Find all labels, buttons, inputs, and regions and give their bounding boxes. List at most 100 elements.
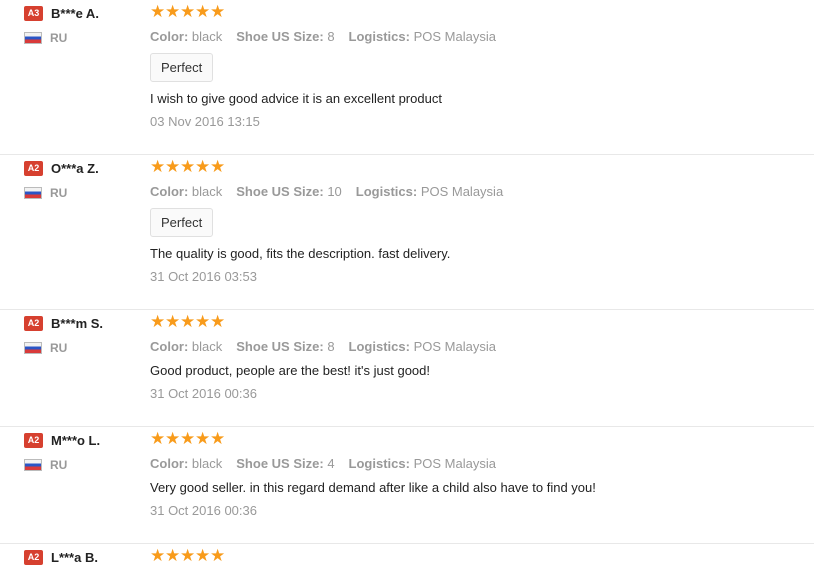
russia-flag-icon	[24, 187, 42, 199]
reviewer-country: RU	[50, 186, 68, 200]
review-text: Very good seller. in this regard demand …	[150, 480, 596, 495]
size-label: Shoe US Size:	[236, 184, 324, 199]
star-icon: ★	[195, 2, 211, 22]
review-content: ★ ★ ★ ★ ★ Color: black Shoe US Size: 4 Logisti…	[150, 431, 804, 519]
logistics-label: Logistics:	[348, 339, 410, 354]
reviewer-country: RU	[50, 458, 68, 472]
review-date: 31 Oct 2016 03:53	[150, 269, 257, 284]
logistics-value: POS Malaysia	[413, 456, 496, 471]
review-text: The quality is good, fits the descriptio…	[150, 246, 451, 261]
reviewer-name: O***a Z.	[51, 160, 99, 176]
reviewer-info: A2 M***o L. RU	[24, 432, 144, 472]
rating-stars: ★ ★ ★ ★ ★	[150, 548, 804, 565]
star-icon: ★	[150, 546, 166, 566]
reviewer-name: M***o L.	[51, 432, 101, 448]
review-tag: Perfect	[150, 208, 214, 237]
star-icon: ★	[165, 429, 181, 449]
star-icon: ★	[210, 312, 226, 332]
review-date: 31 Oct 2016 00:36	[150, 386, 257, 401]
star-icon: ★	[210, 429, 226, 449]
review-content: ★ ★ ★ ★ ★ Color: black Shoe US Size: 10 Logist…	[150, 159, 804, 284]
review-list: A3 B***e A. RU ★ ★ ★ ★ ★ Color: black Shoe US…	[0, 0, 814, 584]
buyer-level-badge: A2	[24, 432, 43, 448]
reviewer-info: A3 B***e A. RU	[24, 5, 144, 45]
russia-flag-icon	[24, 342, 42, 354]
star-icon: ★	[210, 157, 226, 177]
logistics-label: Logistics:	[348, 29, 410, 44]
order-attributes: Color: black Shoe US Size: 8 Logistics: PO…	[150, 339, 804, 354]
star-icon: ★	[195, 546, 211, 566]
reviewer-name: L***a B.	[51, 549, 98, 565]
star-icon: ★	[165, 546, 181, 566]
rating-stars: ★ ★ ★ ★ ★	[150, 431, 804, 448]
buyer-level-badge: A3	[24, 5, 43, 21]
color-label: Color:	[150, 456, 189, 471]
star-icon: ★	[180, 546, 196, 566]
star-icon: ★	[150, 2, 166, 22]
star-icon: ★	[195, 429, 211, 449]
star-icon: ★	[165, 312, 181, 332]
russia-flag-icon	[24, 32, 42, 44]
star-icon: ★	[180, 429, 196, 449]
size-value: 4	[327, 456, 335, 471]
logistics-label: Logistics:	[348, 456, 410, 471]
star-icon: ★	[150, 157, 166, 177]
review-item: A3 B***e A. RU ★ ★ ★ ★ ★ Color: black Shoe US…	[0, 0, 814, 155]
review-item: A2 M***o L. RU ★ ★ ★ ★ ★ Color: black Shoe US…	[0, 427, 814, 544]
reviewer-info: A2 L***a B.	[24, 549, 144, 565]
star-icon: ★	[210, 546, 226, 566]
size-label: Shoe US Size:	[236, 456, 324, 471]
order-attributes: Color: black Shoe US Size: 4 Logistics: PO…	[150, 456, 804, 471]
color-value: black	[191, 339, 223, 354]
order-attributes: Color: black Shoe US Size: 8 Logistics: PO…	[150, 29, 804, 44]
review-text: I wish to give good advice it is an exce…	[150, 91, 442, 106]
color-value: black	[191, 184, 223, 199]
color-label: Color:	[150, 184, 189, 199]
review-item: A2 L***a B. ★ ★ ★ ★ ★	[0, 544, 814, 584]
star-icon: ★	[180, 157, 196, 177]
star-icon: ★	[150, 312, 166, 332]
color-value: black	[191, 29, 223, 44]
star-icon: ★	[150, 429, 166, 449]
logistics-value: POS Malaysia	[420, 184, 504, 199]
color-label: Color:	[150, 29, 189, 44]
review-content: ★ ★ ★ ★ ★ Color: black Shoe US Size: 8 Logisti…	[150, 4, 804, 129]
star-icon: ★	[195, 157, 211, 177]
reviewer-country: RU	[50, 341, 68, 355]
review-date: 31 Oct 2016 00:36	[150, 503, 257, 518]
color-label: Color:	[150, 339, 189, 354]
logistics-value: POS Malaysia	[413, 29, 496, 44]
size-value: 8	[327, 339, 335, 354]
color-value: black	[191, 456, 223, 471]
size-label: Shoe US Size:	[236, 339, 324, 354]
reviewer-name: B***m S.	[51, 315, 104, 331]
reviewer-info: A2 B***m S. RU	[24, 315, 144, 355]
review-item: A2 O***a Z. RU ★ ★ ★ ★ ★ Color: black Shoe US…	[0, 155, 814, 310]
star-icon: ★	[180, 2, 196, 22]
buyer-level-badge: A2	[24, 315, 43, 331]
size-value: 8	[327, 29, 335, 44]
logistics-value: POS Malaysia	[413, 339, 496, 354]
size-value: 10	[327, 184, 342, 199]
reviewer-name: B***e A.	[51, 5, 99, 21]
size-label: Shoe US Size:	[236, 29, 324, 44]
review-content: ★ ★ ★ ★ ★ Color: black Shoe US Size: 8 Logisti…	[150, 314, 804, 402]
review-date: 03 Nov 2016 13:15	[150, 114, 260, 129]
star-icon: ★	[210, 2, 226, 22]
review-content: ★ ★ ★ ★ ★	[150, 548, 804, 565]
review-text: Good product, people are the best! it's …	[150, 363, 430, 378]
logistics-label: Logistics:	[355, 184, 418, 199]
rating-stars: ★ ★ ★ ★ ★	[150, 314, 804, 331]
star-icon: ★	[165, 157, 181, 177]
russia-flag-icon	[24, 459, 42, 471]
star-icon: ★	[165, 2, 181, 22]
review-item: A2 B***m S. RU ★ ★ ★ ★ ★ Color: black Shoe US…	[0, 310, 814, 427]
rating-stars: ★ ★ ★ ★ ★	[150, 159, 804, 176]
order-attributes: Color: black Shoe US Size: 10 Logistics: P…	[150, 184, 804, 199]
star-icon: ★	[180, 312, 196, 332]
buyer-level-badge: A2	[24, 549, 43, 565]
rating-stars: ★ ★ ★ ★ ★	[150, 4, 804, 21]
reviewer-country: RU	[50, 31, 68, 45]
star-icon: ★	[195, 312, 211, 332]
reviewer-info: A2 O***a Z. RU	[24, 160, 144, 200]
